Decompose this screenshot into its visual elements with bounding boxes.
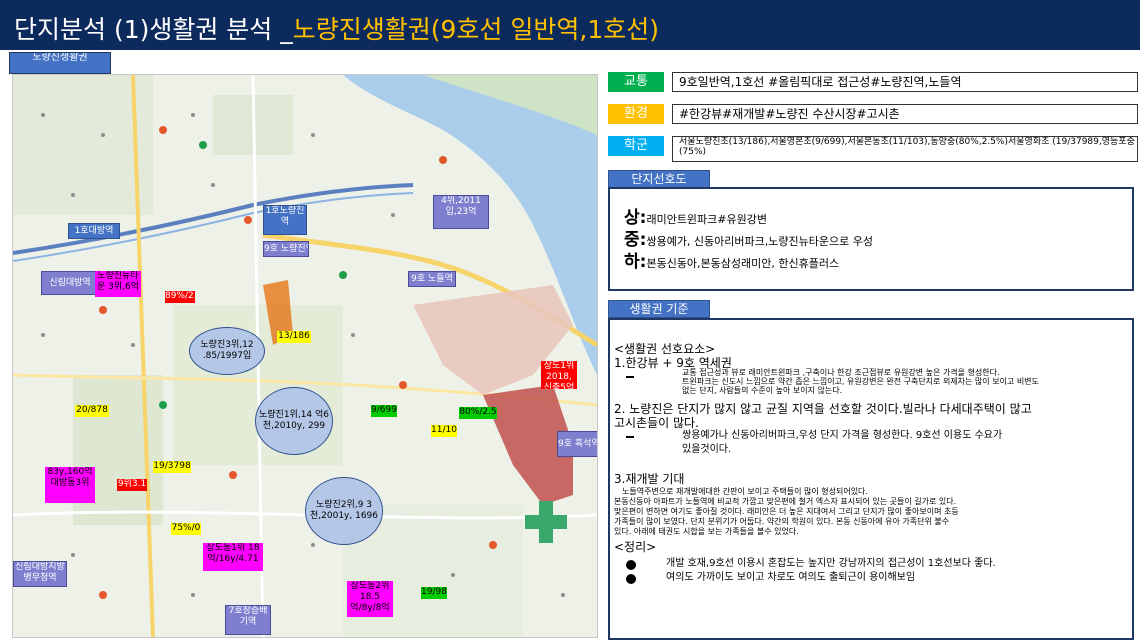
school-value: 서울노량진초(13/186),서울영본초(9/699),서울본동초(11/103… [672,136,1138,162]
map-label-9ho-heukseok: 9호 흑석역 [557,431,597,457]
criteria-dash-2 [626,436,634,438]
environment-value: #한강뷰#재개발#노량진 수산시장#고시촌 [672,104,1138,124]
transport-tag: 교통 [608,72,664,92]
map-label-7ho: 7호장승배기역 [225,605,271,635]
map-ellipse-1: 노량진3위,12 .85/1997입 [189,327,265,375]
map-label-red-2: 9위3.1 [117,479,147,491]
map-label-1ho-daebang: 1호대방역 [68,223,120,239]
criteria-dash-1 [626,376,634,378]
preference-low-mark: 하: [624,252,647,272]
school-tag: 학군 [608,136,664,156]
title-highlight: 노량진생활권(9호선 일반역,1호선) [292,15,659,44]
map-label-1ho-noryangjin: 1호노량진역 [263,205,307,235]
map-image: 1호대방역 신림대방역 1호노량진역 9호 노량진역 9호 노들역 9호 흑석역… [12,74,598,638]
map-label-sindaebang: 신림대방역 [41,271,99,295]
criteria-point-3-line-4: 가족들이 많이 보였다. 단지 분위기가 어둡다. 약간의 학원이 있다. 본동… [614,517,950,526]
map-label-magenta-1: 노량진뉴타운 3위,6억 [95,271,141,297]
map-label-magenta-3: 상도동1위 18억/16y/4.71 [203,543,263,571]
map-label-yellow-4: 75%/0 [171,523,201,535]
criteria-summary-1: 개발 호재,9호선 이용시 혼잡도는 높지만 강남까지의 접근성이 1호선보다 … [666,558,996,569]
criteria-point-3-line-1: 노들역주변으로 재개발에대한 간판이 보이고 주택들이 많이 형성되어있다. [622,487,868,496]
criteria-bullet-1 [626,560,636,570]
map-label-top-right-box: 4위,2011입,23억 [433,195,489,229]
criteria-box: <생활권 선호요소> 1.한강뷰 + 9호 역세권 교통 접근성과 뷰로 래미안… [608,318,1134,640]
map-label-yellow-2: 20/878 [75,405,109,417]
criteria-bullet-2 [626,574,636,584]
map-background [13,75,597,637]
criteria-summary: <정리> [614,540,657,554]
header-bar: 단지분석 (1)생활권 분석 _노량진생활권(9호선 일반역,1호선) [0,0,1140,50]
map-tag: 노량진생활권 [9,52,111,74]
map-label-9ho-nodeul: 9호 노들역 [408,271,456,287]
map-label-9ho-noryangjin: 9호 노량진역 [263,241,309,257]
criteria-point-3: 3.재개발 기대 [614,472,685,486]
map-ellipse-2: 노량진1위,14 억6천,2010y, 299 [255,387,333,455]
map-label-green-1: 9/699 [371,405,397,417]
criteria-header: 생활권 기준 [608,300,710,318]
criteria-point-2-sub-1: 쌍용예가나 신동아리버파크,우성 단지 가격을 형성한다. 9호선 이용도 수요… [682,430,1003,441]
preference-box: 상:래미안트윈파크#유원강변 중:쌍용예가, 신동아리버파크,노량진뉴타운으로 … [608,187,1134,291]
criteria-point-3-line-5: 있다. 아래에 태권도 시합을 보는 가족들을 볼수 있었다. [614,527,799,536]
criteria-summary-2: 여의도 가까이도 보이고 차로도 여의도 출퇴근이 용이해보임 [666,572,916,583]
criteria-point-2-sub-2: 있을것이다. [682,444,732,455]
map-label-red-3: 89%/2.3 [165,291,195,303]
preference-low-text: 본동신동아,본동삼성래미안, 한신휴플러스 [646,257,840,270]
map-label-magenta-2: 83y,160억 대방동3위 [45,467,95,503]
criteria-point-2b: 고시촌들이 많다. [614,416,699,430]
criteria-point-3-line-2: 본동신동아 아파트가 노들역에 비교적 가깝고 맞은편에 철거 엑스자 표시되어… [614,497,957,506]
transport-value: 9호일반역,1호선 #올림픽대로 접근성#노량진역,노들역 [672,72,1138,92]
criteria-point-1-sub-1: 교통 접근성과 뷰로 래미안트윈파크 ,구축이나 한강 조근접뷰로 유원강변 높… [682,368,1000,377]
map-label-yellow-5: 11/103 [431,425,457,437]
map-label-yellow-1: 13/186 [277,331,311,343]
map-label-yellow-3: 19/3798 [153,461,191,473]
preference-low: 하:본동신동아,본동삼성래미안, 한신휴플러스 [624,247,839,272]
map-label-sindaebang-bottom: 신림대방지방 병무청역 [13,561,67,587]
map-label-green-2: 80%/2.5 [459,407,497,419]
page-title: 단지분석 (1)생활권 분석 _노량진생활권(9호선 일반역,1호선) [14,10,659,46]
criteria-point-1-sub-3: 없는 단지, 사람들의 수준이 높아 보이지 않는다. [682,386,843,395]
criteria-point-1-sub-2: 트윈파크는 신도시 느낌으로 약간 좁은 느낌이고, 유원강변은 완전 구축단지… [682,377,1039,386]
preference-header: 단지선호도 [608,170,710,188]
environment-tag: 환경 [608,104,664,124]
criteria-point-3-line-3: 맞은편이 변하면 여기도 좋아질 것이다. 래미안은 더 높은 지대여서 그리고… [614,507,959,516]
map-label-magenta-4: 상도동2위 18.5억/8y/8억 [347,581,393,617]
map-ellipse-3: 노량진2위,9 3천,2001y, 1696 [305,477,383,545]
title-main: 단지분석 (1)생활권 분석 _ [14,15,293,44]
map-label-green-3: 19/98 [421,587,447,599]
map-label-red-1: 상도1위 2018, 신축5억 [541,361,577,389]
